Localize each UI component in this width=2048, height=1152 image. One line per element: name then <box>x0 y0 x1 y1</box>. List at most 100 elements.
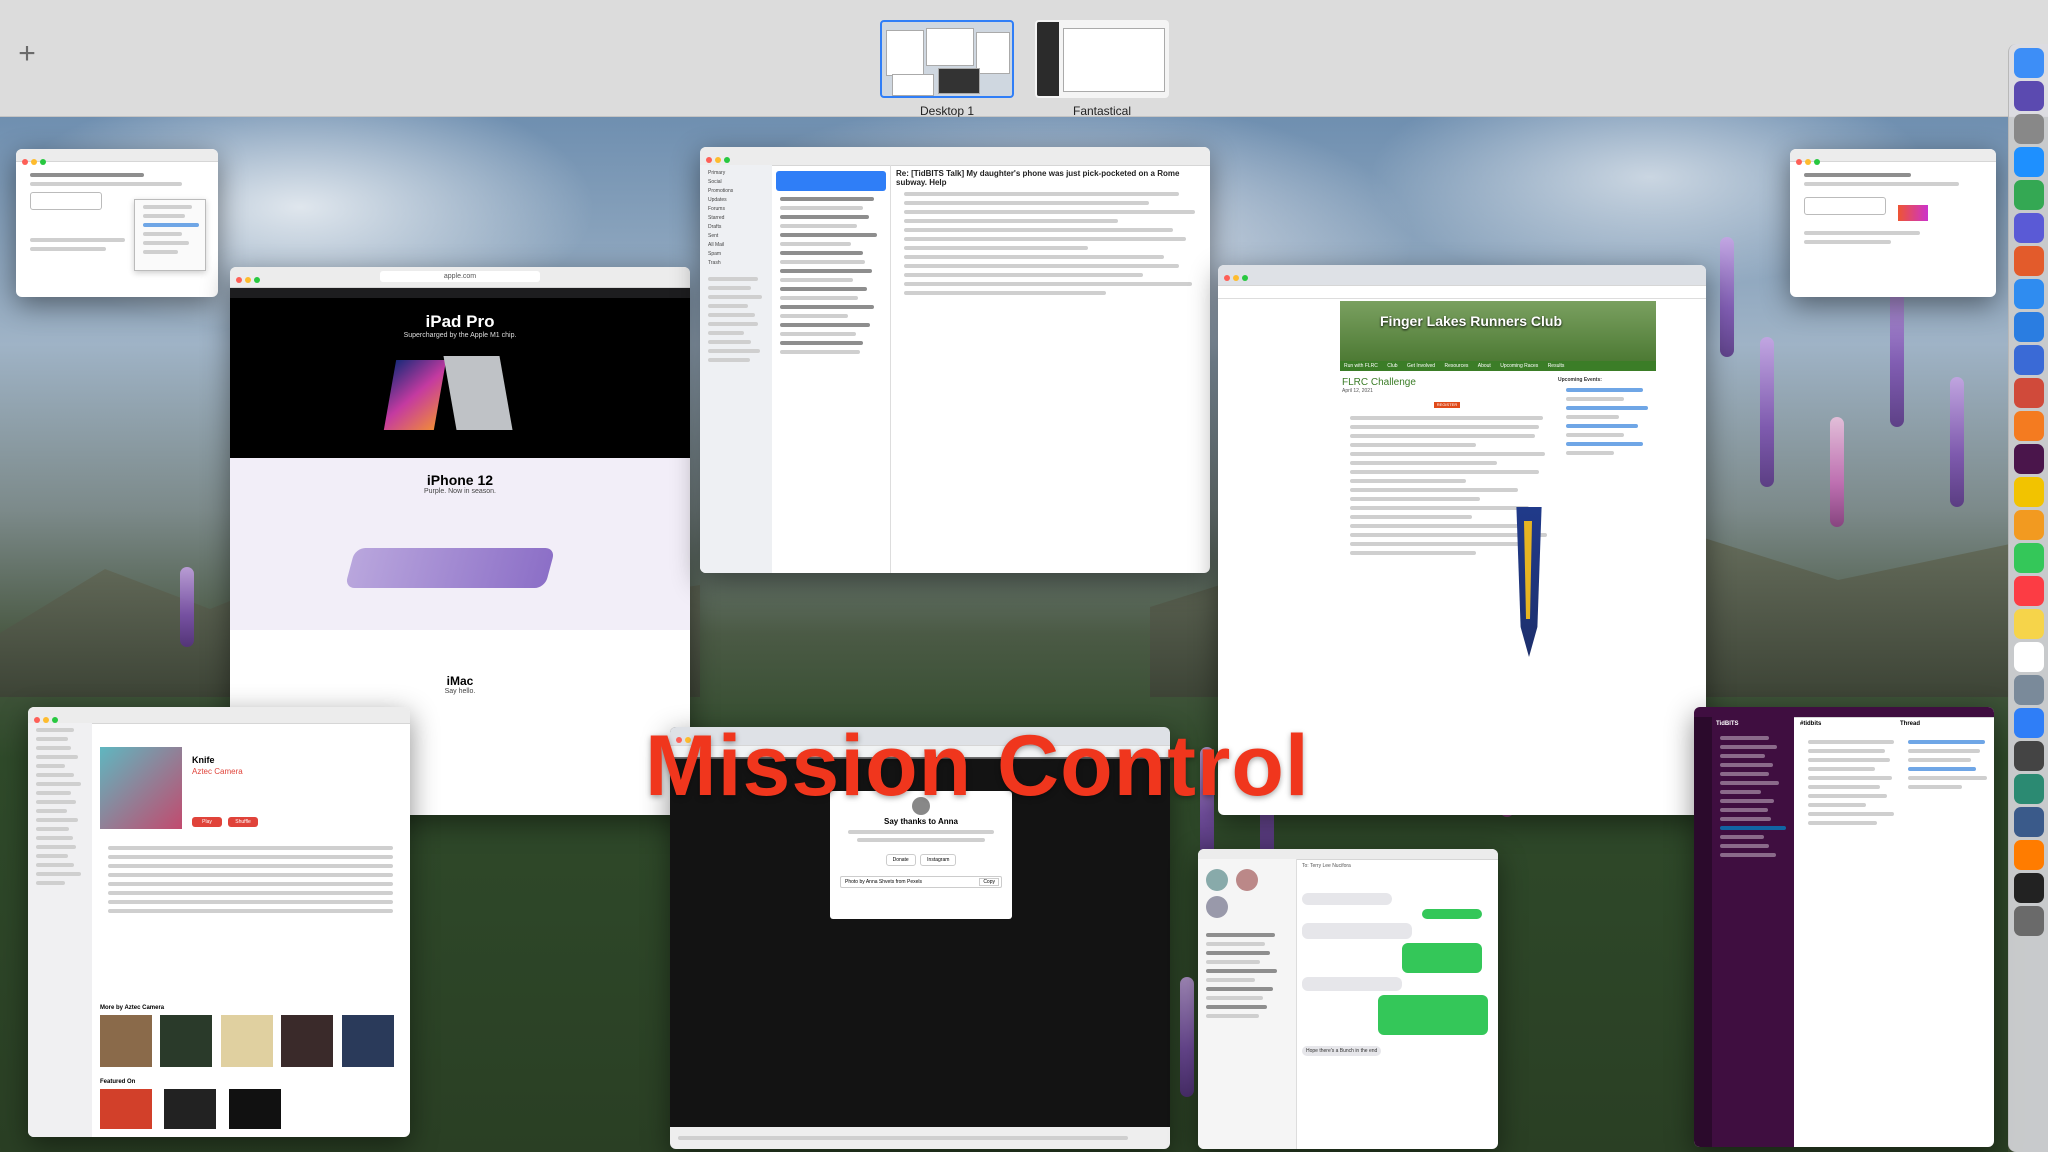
bbedit-icon[interactable] <box>2014 213 2044 243</box>
mailbox-item[interactable]: Promotions <box>708 187 764 196</box>
fantastical-icon[interactable] <box>2014 708 2044 738</box>
firefox-icon[interactable] <box>2014 411 2044 441</box>
space-label: Fantastical <box>1072 104 1132 118</box>
slack-icon[interactable] <box>2014 444 2044 474</box>
space-fantastical[interactable]: Fantastical <box>1035 20 1169 118</box>
upcoming-events: Upcoming Events: <box>1558 377 1654 460</box>
mailbox-item[interactable]: Updates <box>708 196 764 205</box>
conversation-list[interactable] <box>1198 859 1297 1149</box>
selected-message[interactable] <box>776 171 886 191</box>
nav-link[interactable]: About <box>1478 363 1491 369</box>
brave-icon[interactable] <box>2014 246 2044 276</box>
album-title: Knife <box>192 755 215 765</box>
album-row <box>100 1015 400 1071</box>
album-art <box>100 747 182 829</box>
system-preferences-window[interactable] <box>16 149 218 297</box>
credit-field[interactable]: Photo by Anna Shvets from Pexels Copy <box>840 876 1002 888</box>
music-window[interactable]: Knife Aztec Camera Play Shuffle More by … <box>28 707 410 1137</box>
iphone-image <box>344 548 556 588</box>
ipad-image <box>383 360 447 430</box>
mission-control-title: Mission Control <box>645 718 1310 814</box>
play-button[interactable]: Play <box>192 817 222 827</box>
flrc-header: Finger Lakes Runners Club <box>1340 301 1656 361</box>
finder-icon[interactable] <box>2014 48 2044 78</box>
siri-icon[interactable] <box>2014 81 2044 111</box>
events-heading: Upcoming Events: <box>1558 377 1602 383</box>
nav-link[interactable]: Club <box>1387 363 1397 369</box>
thread-title: Thread <box>1900 721 1921 727</box>
music-icon[interactable] <box>2014 576 2044 606</box>
mailbox-item[interactable]: Spam <box>708 250 764 259</box>
flrc-nav: Run with FLRC Club Get Involved Resource… <box>1340 361 1656 371</box>
illustrator-icon[interactable] <box>2014 840 2044 870</box>
instagram-button[interactable]: Instagram <box>920 854 957 866</box>
pages-icon[interactable] <box>2014 510 2044 540</box>
photos-icon[interactable] <box>2014 609 2044 639</box>
workspace-rail <box>1694 717 1712 1147</box>
space-desktop-1[interactable]: Desktop 1 <box>880 20 1014 118</box>
spaces-bar: + Desktop 1 Fantastical <box>0 0 2048 118</box>
desktop-wallpaper: apple.com iPad Pro Supercharged by the A… <box>0 117 2010 1152</box>
nav-link[interactable]: Results <box>1548 363 1565 369</box>
mailbox-item[interactable]: Drafts <box>708 223 764 232</box>
copy-button[interactable]: Copy <box>979 878 999 886</box>
address-bar[interactable]: apple.com <box>380 271 540 282</box>
chrome-icon[interactable] <box>2014 180 2044 210</box>
section-heading: More by Aztec Camera <box>100 1005 165 1011</box>
thread-messages <box>1900 735 1990 794</box>
mail-sidebar: Primary Social Promotions Updates Forums… <box>700 165 772 573</box>
register-button[interactable]: REGISTER <box>1434 402 1460 408</box>
message-recipient: To: Terry Lee Nucifora <box>1302 863 1351 869</box>
slack-sidebar: TidBITS <box>1712 717 1794 1147</box>
space-thumbnail <box>1035 20 1169 98</box>
mailbox-item[interactable]: Sent <box>708 232 764 241</box>
nav-link[interactable]: Upcoming Races <box>1500 363 1538 369</box>
mailbox-item[interactable]: Social <box>708 178 764 187</box>
safari-icon[interactable] <box>2014 279 2044 309</box>
system-preferences-window-right[interactable] <box>1790 149 1996 297</box>
codekit-icon[interactable] <box>2014 774 2044 804</box>
mailbox-item[interactable]: Starred <box>708 214 764 223</box>
donate-button[interactable]: Donate <box>885 854 916 866</box>
messages-window[interactable]: To: Terry Lee Nucifora Hope there's a Bu… <box>1198 849 1498 1149</box>
nav-link[interactable]: Run with FLRC <box>1344 363 1378 369</box>
workspace-name: TidBITS <box>1716 721 1739 727</box>
mailbox-item[interactable]: Forums <box>708 205 764 214</box>
channel-messages <box>1800 735 1896 830</box>
iphone-hero: iPhone 12 Purple. Now in season. <box>230 458 690 630</box>
hero-subtitle: Say hello. <box>444 688 476 695</box>
hero-subtitle: Purple. Now in season. <box>424 488 496 495</box>
mailbox-item[interactable]: Primary <box>708 169 764 178</box>
section-heading: Featured On <box>100 1079 136 1085</box>
calendar-icon[interactable] <box>2014 642 2044 672</box>
app-store-icon[interactable] <box>2014 147 2044 177</box>
credit-text: Photo by Anna Shvets from Pexels <box>845 879 922 885</box>
preview-icon[interactable] <box>2014 675 2044 705</box>
notes-icon[interactable] <box>2014 477 2044 507</box>
terminal-icon[interactable] <box>2014 741 2044 771</box>
add-space-button[interactable]: + <box>14 39 40 69</box>
nav-link[interactable]: Get Involved <box>1407 363 1435 369</box>
messages-icon[interactable] <box>2014 543 2044 573</box>
nav-link[interactable]: Resources <box>1444 363 1468 369</box>
mail-icon[interactable] <box>2014 312 2044 342</box>
screenshot-icon[interactable] <box>2014 873 2044 903</box>
mailbox-item[interactable]: Trash <box>708 259 764 268</box>
mail-window[interactable]: Primary Social Promotions Updates Forums… <box>700 147 1210 573</box>
window-titlebar: apple.com <box>230 267 690 288</box>
message-view: Re: [TidBITS Talk] My daughter's phone w… <box>896 169 1202 300</box>
window-titlebar <box>16 149 218 165</box>
featured-row <box>100 1089 400 1133</box>
airmail-icon[interactable] <box>2014 345 2044 375</box>
message-list[interactable] <box>772 165 891 573</box>
shuffle-button[interactable]: Shuffle <box>228 817 258 827</box>
window-titlebar <box>1790 149 1996 165</box>
keynote-icon[interactable] <box>2014 807 2044 837</box>
message-thread: Hope there's a Bunch in the end <box>1302 889 1492 1057</box>
mailbox-item[interactable]: All Mail <box>708 241 764 250</box>
apple-nav <box>230 288 690 298</box>
slack-window[interactable]: TidBITS #tidbits Thread <box>1694 707 1994 1147</box>
system-preferences-icon[interactable] <box>2014 114 2044 144</box>
maps-icon[interactable] <box>2014 378 2044 408</box>
trash-icon[interactable] <box>2014 906 2044 936</box>
